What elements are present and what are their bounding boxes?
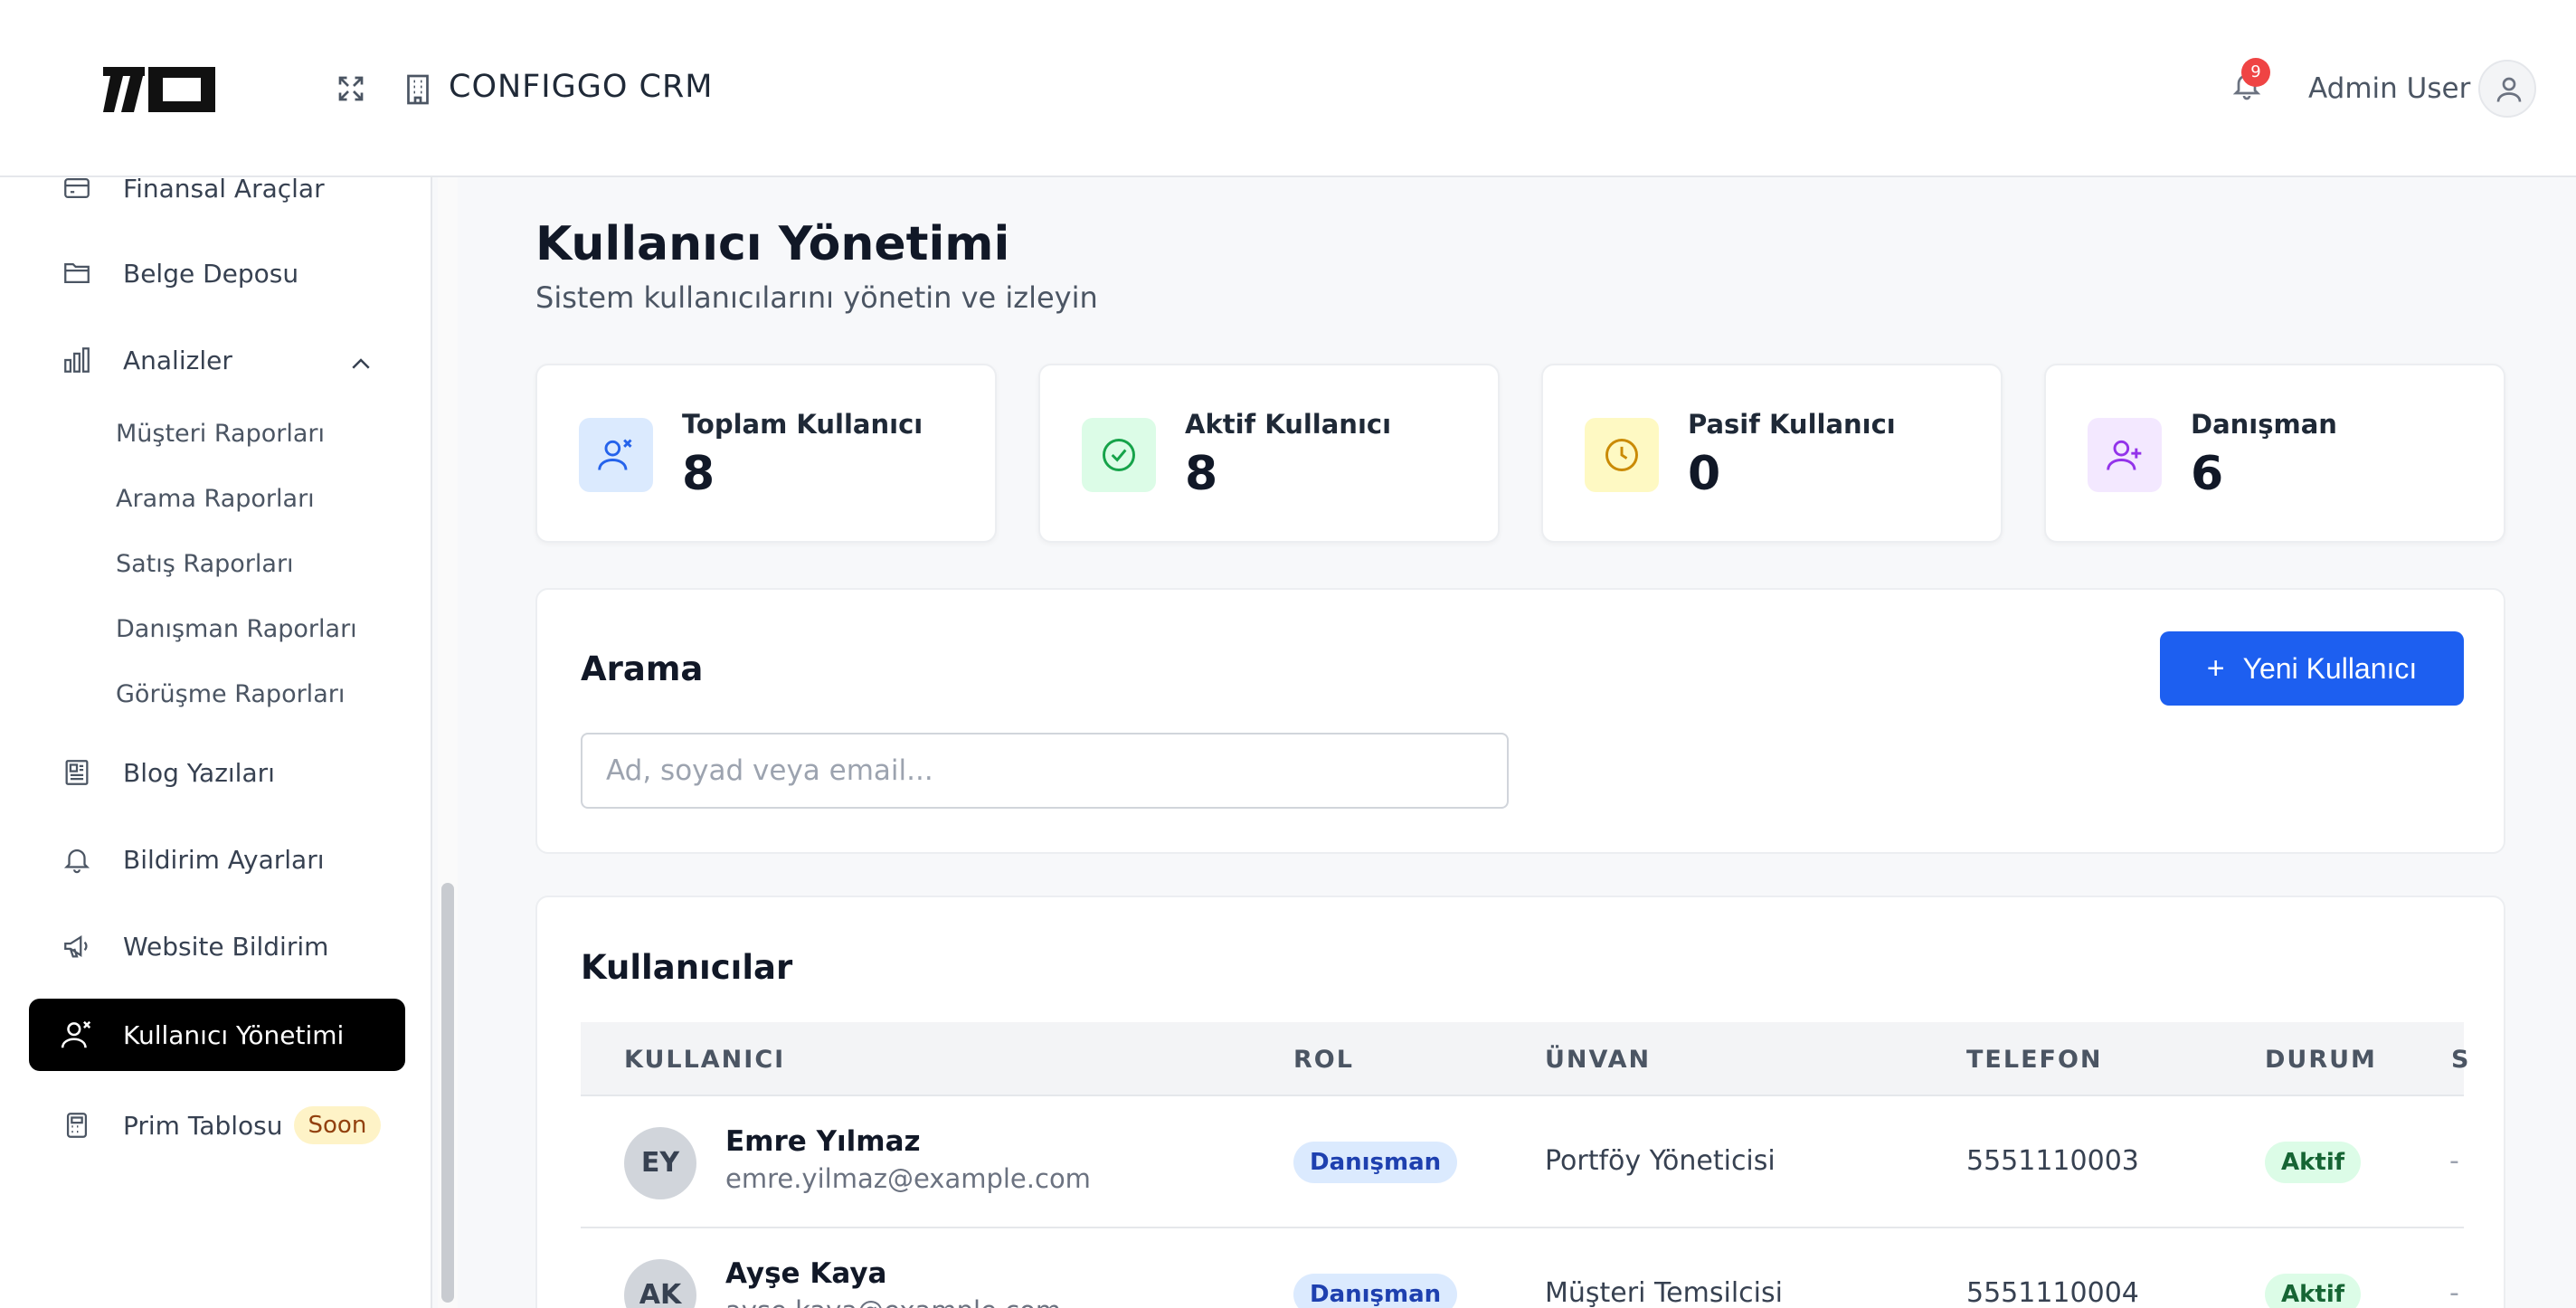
fullscreen-icon[interactable] xyxy=(333,72,369,105)
sidebar-subitem-gorusme-raporlari[interactable]: Görüşme Raporları xyxy=(116,680,345,708)
chevron-up-icon[interactable] xyxy=(347,351,374,378)
sidebar: Finansal Araçlar Belge Deposu Analizler … xyxy=(0,177,432,1308)
phone-cell: 5551110004 xyxy=(1966,1277,2139,1308)
megaphone-icon xyxy=(60,929,94,963)
page-title: Kullanıcı Yönetimi xyxy=(535,217,1010,271)
stat-label: Danışman xyxy=(2191,409,2337,440)
sidebar-item-website-bildirim[interactable]: Website Bildirim xyxy=(29,910,405,982)
stat-value: 6 xyxy=(2191,447,2224,501)
avatar: AK xyxy=(624,1259,696,1308)
sidebar-item-label: Kullanıcı Yönetimi xyxy=(123,1019,345,1050)
sidebar-item-label: Analizler xyxy=(123,345,232,375)
new-user-button-label: Yeni Kullanıcı xyxy=(2242,651,2418,685)
sidebar-subitem-arama-raporlari[interactable]: Arama Raporları xyxy=(116,485,315,513)
title-cell: Portföy Yöneticisi xyxy=(1545,1145,1776,1177)
new-user-button[interactable]: + Yeni Kullanıcı xyxy=(2160,631,2464,706)
search-input[interactable] xyxy=(581,733,1509,809)
app-title: CONFIGGO CRM xyxy=(449,69,714,105)
sidebar-item-label: Bildirim Ayarları xyxy=(123,844,325,875)
column-header-title[interactable]: ÜNVAN xyxy=(1545,1046,1651,1074)
user-email-cell: ayse.kaya@example.com xyxy=(725,1295,1061,1308)
users-icon xyxy=(60,1018,94,1052)
stat-card-passive-users: Pasif Kullanıcı 0 xyxy=(1541,364,2003,543)
folder-icon xyxy=(60,256,94,290)
extra-cell: - xyxy=(2449,1277,2459,1308)
table-row[interactable]: AK Ayşe Kaya ayse.kaya@example.com Danış… xyxy=(581,1228,2464,1308)
user-name[interactable]: Admin User xyxy=(2308,72,2470,105)
bell-icon xyxy=(60,842,94,877)
check-circle-icon xyxy=(1082,418,1156,492)
users-icon xyxy=(579,418,653,492)
search-title: Arama xyxy=(581,649,704,688)
extra-cell: - xyxy=(2449,1145,2459,1177)
sidebar-item-bildirim-ayarlari[interactable]: Bildirim Ayarları xyxy=(29,823,405,896)
plus-icon: + xyxy=(2206,650,2225,686)
user-plus-icon xyxy=(2088,418,2162,492)
sidebar-subitem-satis-raporlari[interactable]: Satış Raporları xyxy=(116,550,294,578)
phone-cell: 5551110003 xyxy=(1966,1145,2139,1177)
sidebar-item-label: Website Bildirim xyxy=(123,931,329,962)
user-name-cell: Emre Yılmaz xyxy=(725,1125,921,1158)
sidebar-item-label: Blog Yazıları xyxy=(123,757,275,788)
role-badge: Danışman xyxy=(1293,1142,1458,1183)
calculator-icon xyxy=(60,1108,94,1142)
sidebar-item-label: Finansal Araçlar xyxy=(123,177,325,204)
table-header: KULLANICI ROL ÜNVAN TELEFON DURUM S xyxy=(581,1022,2468,1096)
role-badge: Danışman xyxy=(1293,1274,1458,1308)
stat-label: Aktif Kullanıcı xyxy=(1185,409,1392,440)
column-header-role[interactable]: ROL xyxy=(1293,1046,1354,1074)
column-header-user[interactable]: KULLANICI xyxy=(624,1046,785,1074)
stat-card-total-users: Toplam Kullanıcı 8 xyxy=(535,364,997,543)
table-row[interactable]: EY Emre Yılmaz emre.yilmaz@example.com D… xyxy=(581,1096,2464,1228)
title-cell: Müşteri Temsilcisi xyxy=(1545,1277,1783,1308)
sidebar-subitem-musteri-raporlari[interactable]: Müşteri Raporları xyxy=(116,420,325,448)
sidebar-item-blog-yazilari[interactable]: Blog Yazıları xyxy=(29,736,405,809)
column-header-phone[interactable]: TELEFON xyxy=(1966,1046,2103,1074)
building-icon xyxy=(407,74,429,105)
sidebar-item-label: Prim Tablosu xyxy=(123,1110,283,1141)
brand-logo[interactable] xyxy=(103,65,215,114)
notification-count-badge: 9 xyxy=(2241,58,2270,87)
avatar: EY xyxy=(624,1127,696,1199)
stat-value: 8 xyxy=(1185,447,1218,501)
clock-icon xyxy=(1585,418,1659,492)
sidebar-item-kullanici-yonetimi[interactable]: Kullanıcı Yönetimi xyxy=(29,999,405,1071)
credit-card-icon xyxy=(60,177,94,205)
sidebar-subitem-danisman-raporlari[interactable]: Danışman Raporları xyxy=(116,615,357,643)
status-badge: Aktif xyxy=(2265,1142,2362,1183)
stat-label: Toplam Kullanıcı xyxy=(682,409,923,440)
column-header-extra[interactable]: S xyxy=(2451,1046,2470,1074)
page-subtitle: Sistem kullanıcılarını yönetin ve izleyi… xyxy=(535,280,1098,315)
stat-value: 0 xyxy=(1688,447,1721,501)
status-badge: Aktif xyxy=(2265,1274,2362,1308)
stat-card-consultants: Danışman 6 xyxy=(2044,364,2505,543)
top-header: CONFIGGO CRM 9 Admin User xyxy=(0,0,2576,177)
sidebar-item-belge-deposu[interactable]: Belge Deposu xyxy=(29,237,405,309)
stat-value: 8 xyxy=(682,447,715,501)
users-table-title: Kullanıcılar xyxy=(581,948,793,987)
user-email-cell: emre.yilmaz@example.com xyxy=(725,1163,1091,1194)
newspaper-icon xyxy=(60,755,94,790)
users-panel: Kullanıcılar KULLANICI ROL ÜNVAN TELEFON… xyxy=(535,896,2505,1308)
sidebar-scrollbar[interactable] xyxy=(441,883,454,1303)
user-name-cell: Ayşe Kaya xyxy=(725,1257,887,1290)
sidebar-item-label: Belge Deposu xyxy=(123,258,299,289)
search-panel: Arama + Yeni Kullanıcı xyxy=(535,588,2505,854)
user-avatar[interactable] xyxy=(2478,60,2536,118)
user-icon xyxy=(2496,77,2522,102)
stat-label: Pasif Kullanıcı xyxy=(1688,409,1896,440)
soon-badge: Soon xyxy=(293,1106,382,1144)
sidebar-item-finansal-araclar[interactable]: Finansal Araçlar xyxy=(29,177,405,224)
column-header-status[interactable]: DURUM xyxy=(2265,1046,2377,1074)
stat-card-active-users: Aktif Kullanıcı 8 xyxy=(1038,364,1500,543)
sidebar-item-prim-tablosu[interactable]: Prim Tablosu Soon xyxy=(29,1089,405,1161)
bar-chart-icon xyxy=(60,343,94,377)
